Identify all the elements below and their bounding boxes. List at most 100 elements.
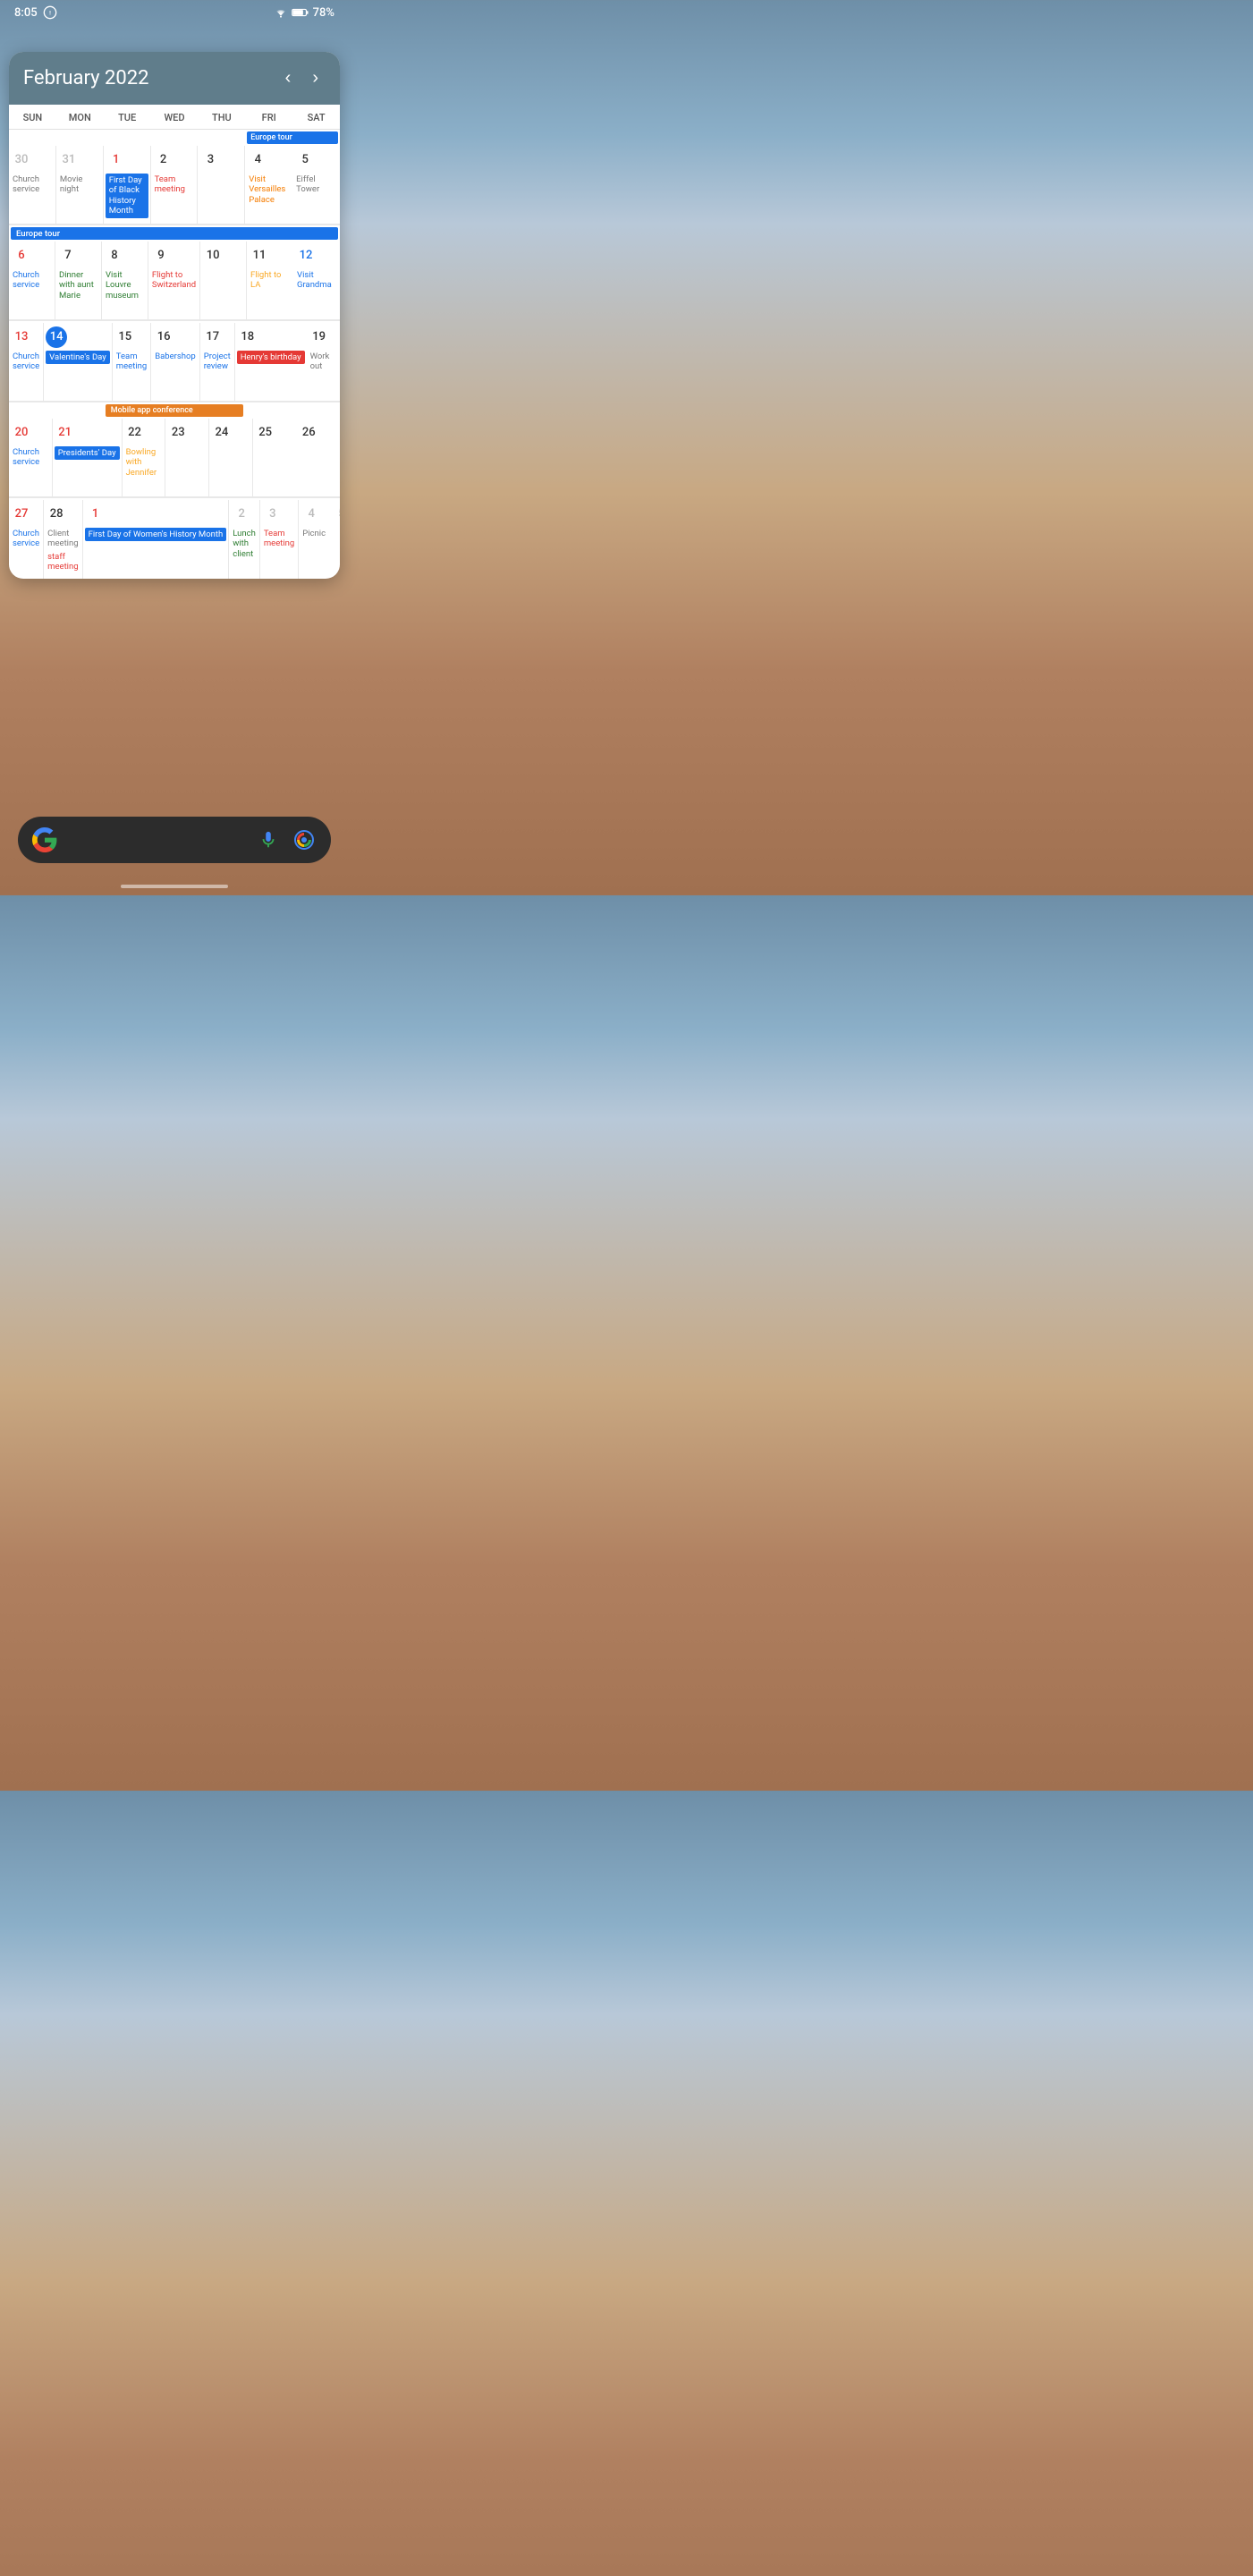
cal-cell-7[interactable]: 7 Dinner with aunt Marie [55, 242, 102, 320]
day-num-12: 12 [295, 245, 317, 267]
google-search-bar[interactable] [18, 817, 331, 863]
event-flight-la: Flight to LA [249, 269, 292, 292]
cal-cell-20[interactable]: 20 Church service [9, 419, 53, 497]
day-num-21: 21 [55, 422, 76, 444]
cal-cell-2[interactable]: 2 Team meeting [151, 146, 199, 225]
lens-icon[interactable] [292, 827, 317, 852]
cal-cell-mar4[interactable]: 4 Picnic [299, 500, 329, 579]
cal-cell-3[interactable]: 3 [198, 146, 245, 225]
cal-cell-4[interactable]: 4 Visit Versailles Palace [245, 146, 292, 225]
cal-cell-22[interactable]: 22 Bowling with Jennifer [123, 419, 166, 497]
cal-cell-6[interactable]: 6 Church service [9, 242, 55, 320]
event-henrys-birthday: Henry's birthday [237, 351, 305, 364]
day-num-11: 11 [249, 245, 270, 267]
day-num-22: 22 [124, 422, 146, 444]
day-num-27: 27 [11, 504, 32, 525]
week1-span-row: Europe tour [9, 130, 340, 146]
event-client-meeting: Client meeting [46, 528, 80, 550]
day-header-tue: TUE [104, 105, 151, 129]
day-num-3: 3 [199, 149, 221, 171]
battery-icon [292, 7, 309, 18]
day-num-14: 14 [46, 326, 67, 348]
event-louvre: Visit Louvre museum [104, 269, 146, 301]
calendar-header: February 2022 ‹ › [9, 52, 340, 105]
day-num-28: 28 [46, 504, 67, 525]
day-num-10: 10 [202, 245, 224, 267]
day-header-sat: SAT [292, 105, 340, 129]
day-num-mar3: 3 [262, 504, 284, 525]
event-lunch-client: Lunch with client [231, 528, 258, 560]
mobile-app-conf-span: Mobile app conference [106, 404, 244, 417]
day-num-13: 13 [11, 326, 32, 348]
day-num-9: 9 [150, 245, 172, 267]
cal-cell-17[interactable]: 17 Project review [200, 323, 235, 402]
week-row-5: 27 Church service 28 Client meeting staf… [9, 498, 340, 579]
cal-cell-18[interactable]: 18 Henry's birthday [235, 323, 307, 402]
status-right: 78% [274, 6, 334, 20]
cal-cell-28[interactable]: 28 Client meeting staff meeting [44, 500, 82, 579]
event-church-6: Church service [11, 269, 53, 292]
cal-cell-10[interactable]: 10 [200, 242, 247, 320]
cal-cell-24[interactable]: 24 [209, 419, 253, 497]
day-header-thu: THU [198, 105, 245, 129]
event-eiffel: Eiffel Tower [294, 174, 338, 196]
cal-cell-11[interactable]: 11 Flight to LA [247, 242, 293, 320]
week4-span-row: Mobile app conference [9, 402, 340, 419]
day-num-25: 25 [255, 422, 276, 444]
notification-icon: ! [43, 5, 57, 20]
cal-cell-5[interactable]: 5 Eiffel Tower [292, 146, 340, 225]
day-num-20: 20 [11, 422, 32, 444]
cal-cell-30[interactable]: 30 Church service [9, 146, 56, 225]
cal-cell-mar1[interactable]: 1 First Day of Women's History Month [83, 500, 230, 579]
day-num-5: 5 [294, 149, 316, 171]
event-versailles: Visit Versailles Palace [247, 174, 291, 206]
week-row-4: Mobile app conference 20 Church service … [9, 402, 340, 498]
mic-icon[interactable] [256, 827, 281, 852]
cal-cell-8[interactable]: 8 Visit Louvre museum [102, 242, 148, 320]
event-barbershop: Babershop [153, 351, 198, 362]
cal-cell-mar3[interactable]: 3 Team meeting [260, 500, 299, 579]
week2-span-row: Europe tour [9, 225, 340, 242]
cal-cell-14[interactable]: 14 Valentine's Day [44, 323, 113, 402]
event-flight-switz: Flight to Switzerland [150, 269, 198, 292]
cal-cell-1[interactable]: 1 First Dayof BlackHistoryMonth [104, 146, 151, 225]
cal-cell-19[interactable]: 19 Work out [307, 323, 340, 402]
event-black-history: First Dayof BlackHistoryMonth [106, 174, 148, 218]
cal-cell-9[interactable]: 9 Flight to Switzerland [148, 242, 200, 320]
cal-cell-12[interactable]: 12 Visit Grandma [293, 242, 340, 320]
day-num-17: 17 [202, 326, 224, 348]
day-header-sun: SUN [9, 105, 56, 129]
event-project-review: Project review [202, 351, 233, 373]
cal-cell-mar5[interactable]: 5 [329, 500, 340, 579]
cal-cell-mar2[interactable]: 2 Lunch with client [229, 500, 260, 579]
day-header-wed: WED [151, 105, 199, 129]
event-presidents-day: Presidents' Day [55, 446, 120, 460]
day-num-mar2: 2 [231, 504, 252, 525]
event-movie-night: Movie night [58, 174, 101, 196]
cal-cell-23[interactable]: 23 [165, 419, 209, 497]
cal-cell-21[interactable]: 21 Presidents' Day [53, 419, 123, 497]
prev-month-button[interactable]: ‹ [278, 64, 299, 92]
cal-cell-25[interactable]: 25 [253, 419, 297, 497]
cal-cell-26[interactable]: 26 [296, 419, 340, 497]
event-church-27: Church service [11, 528, 41, 550]
cal-cell-27[interactable]: 27 Church service [9, 500, 44, 579]
cal-cell-16[interactable]: 16 Babershop [151, 323, 200, 402]
day-num-24: 24 [211, 422, 233, 444]
day-num-6: 6 [11, 245, 32, 267]
day-num-8: 8 [104, 245, 125, 267]
cal-cell-13[interactable]: 13 Church service [9, 323, 44, 402]
europe-tour-span-w1: Europe tour [247, 131, 338, 144]
day-header-mon: MON [56, 105, 104, 129]
cal-cell-15[interactable]: 15 Team meeting [113, 323, 151, 402]
week-row-2: Europe tour 6 Church service 7 Dinner wi… [9, 225, 340, 321]
event-church-30: Church service [11, 174, 54, 196]
microphone-svg [258, 830, 278, 850]
event-staff-meeting: staff meeting [46, 551, 80, 573]
event-team-meeting-mar3: Team meeting [262, 528, 296, 550]
cal-cell-31[interactable]: 31 Movie night [56, 146, 104, 225]
calendar-widget: February 2022 ‹ › SUN MON TUE WED THU FR… [9, 52, 340, 579]
next-month-button[interactable]: › [305, 64, 326, 92]
event-dinner: Dinner with aunt Marie [57, 269, 99, 301]
calendar-title: February 2022 [23, 67, 148, 89]
